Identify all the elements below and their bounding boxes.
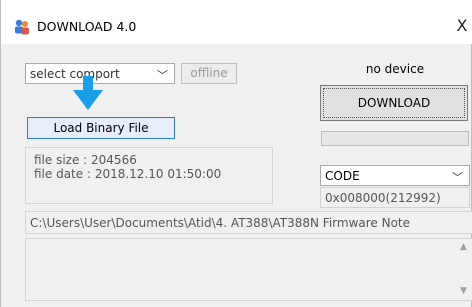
download-button[interactable]: DOWNLOAD [320, 85, 468, 121]
target-select[interactable]: CODE ﹀ [320, 165, 470, 186]
file-path-field[interactable]: C:\Users\User\Documents\Atid\4. AT388\AT… [25, 211, 472, 234]
address-value: 0x008000(212992) [325, 191, 441, 205]
address-field: 0x008000(212992) [320, 187, 470, 208]
log-textarea[interactable]: ▲ ▼ [25, 238, 472, 301]
load-binary-file-button[interactable]: Load Binary File [27, 117, 175, 139]
file-size-text: file size : 204566 [34, 153, 137, 167]
offline-button[interactable]: offline [181, 63, 237, 84]
vertical-scrollbar[interactable]: ▲ ▼ [455, 239, 472, 300]
file-path-value: C:\Users\User\Documents\Atid\4. AT388\AT… [30, 216, 411, 230]
window-title: DOWNLOAD 4.0 [37, 19, 137, 34]
scroll-up-icon[interactable]: ▲ [455, 239, 472, 256]
chevron-down-icon: ﹀ [157, 69, 168, 82]
chevron-down-icon: ﹀ [452, 171, 463, 184]
title-bar: DOWNLOAD 4.0 X [1, 0, 472, 44]
device-status: no device [365, 62, 425, 76]
people-icon [15, 19, 29, 35]
scroll-down-icon[interactable]: ▼ [455, 283, 472, 300]
download-progress-bar [321, 131, 469, 146]
close-icon[interactable]: X [451, 15, 472, 37]
file-info-box: file size : 204566 file date : 2018.12.1… [25, 147, 273, 204]
download-window: DOWNLOAD 4.0 X select comport ﹀ offline … [0, 0, 472, 307]
target-select-value: CODE [325, 169, 360, 183]
file-date-text: file date : 2018.12.10 01:50:00 [34, 167, 222, 181]
arrow-down-icon [73, 76, 103, 110]
